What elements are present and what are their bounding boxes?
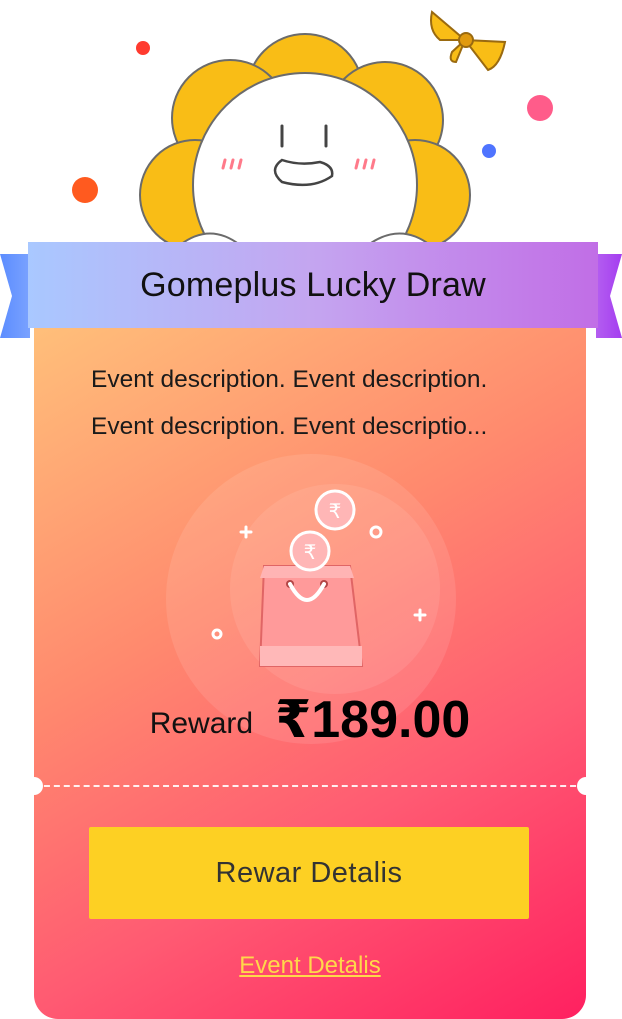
page-title: Gomeplus Lucky Draw (140, 265, 486, 304)
svg-text:₹: ₹ (329, 499, 342, 523)
reward-label: Reward (149, 707, 254, 740)
reward-summary: Reward ₹189.00 (34, 690, 586, 760)
confetti-dot (72, 177, 98, 203)
rupee-coin-icon: ₹ (314, 489, 356, 531)
event-details-link[interactable]: Event Detalis (34, 952, 586, 980)
title-ribbon: Gomeplus Lucky Draw (0, 240, 622, 340)
confetti-dot (136, 41, 150, 55)
ticket-notch-left (34, 777, 43, 795)
ticket-notch-right (577, 777, 586, 795)
shopping-bag-icon: ₹ ₹ (211, 489, 427, 667)
svg-text:₹: ₹ (304, 540, 317, 564)
confetti-dot (482, 144, 496, 158)
reward-amount: ₹189.00 (275, 691, 471, 749)
dashed-divider (34, 785, 586, 787)
event-description-line: Event description. Event descriptio... (91, 413, 488, 440)
reward-details-button[interactable]: Rewar Detalis (89, 827, 529, 919)
event-description: Event description. Event description. Ev… (91, 356, 531, 450)
ribbon-banner: Gomeplus Lucky Draw (28, 242, 598, 328)
flower-mascot-icon (72, 10, 553, 260)
rupee-coin-icon: ₹ (289, 530, 331, 572)
lucky-draw-card: Event description. Event description. Ev… (34, 320, 586, 1019)
event-description-line: Event description. Event description. (91, 366, 488, 393)
bow-icon (430, 10, 507, 72)
confetti-dot (527, 95, 553, 121)
